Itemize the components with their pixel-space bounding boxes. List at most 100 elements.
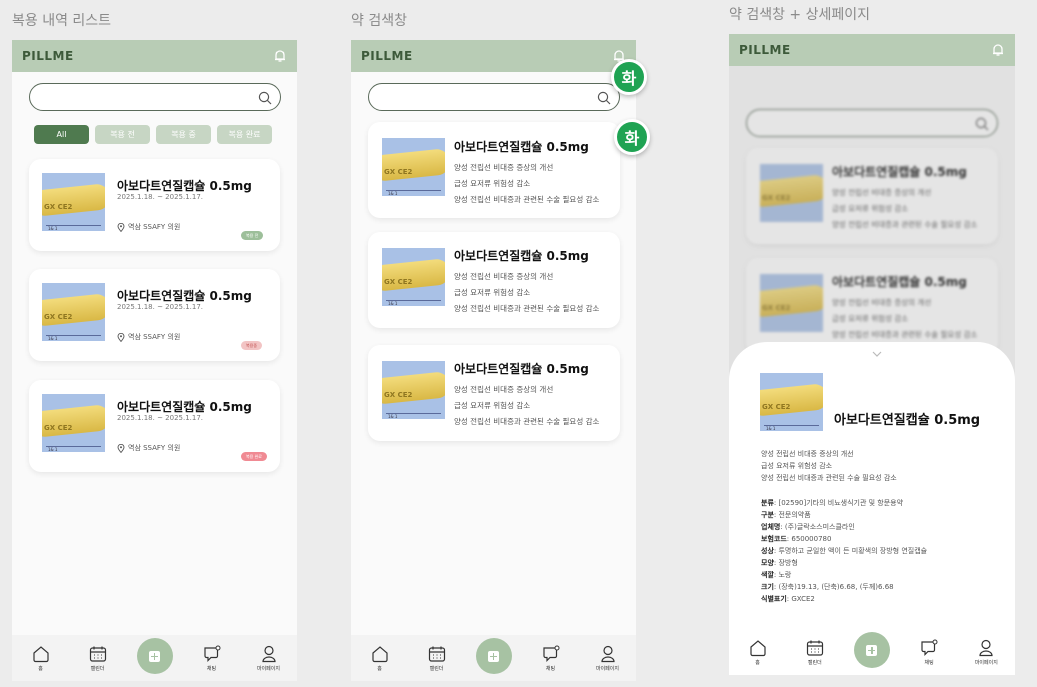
add-icon [475, 638, 512, 674]
location: 역삼 SSAFY 의원 [117, 332, 180, 342]
nav-home[interactable]: 홈 [21, 645, 61, 672]
effect-line: 양성 전립선 비대증 증상의 개선 [761, 450, 854, 458]
detail-field-color: 색깔: 노랑 [761, 571, 792, 579]
history-card[interactable]: GX CE2 1& 1 아보다트연질캡슐 0.5mg 2025.1.18. ~ 2… [29, 159, 280, 251]
floating-action-button[interactable]: 화 [614, 119, 650, 155]
app-logo: PILLME [361, 49, 413, 63]
filter-chips: All 복용 전 복용 중 복용 완료 [34, 125, 272, 144]
pill-image: GX CE2 1& 1 [42, 283, 105, 341]
drug-name: 아보다트연질캡슐 0.5mg [454, 362, 589, 376]
effect-line: 양성 전립선 비대증과 관련된 수술 필요성 감소 [454, 195, 600, 204]
effect-line: 양성 전립선 비대증 증상의 개선 [454, 163, 554, 172]
effect-line: 양성 전립선 비대증과 관련된 수술 필요성 감소 [761, 474, 897, 482]
nav-home[interactable]: 홈 [360, 645, 400, 672]
nav-mypage[interactable]: 마이페이지 [249, 645, 289, 672]
nav-calendar[interactable]: 캘린더 [78, 645, 118, 672]
detail-field-classification: 분류: [02590]기타의 비뇨생식기관 및 항문용약 [761, 499, 904, 507]
search-result-card[interactable]: GX CE2 1& 1 아보다트연질캡슐 0.5mg 양성 전립선 비대증 증상의… [368, 345, 620, 441]
location: 역삼 SSAFY 의원 [117, 443, 180, 453]
effect-line: 급성 요저류 위험성 감소 [454, 179, 531, 188]
detail-field-company: 업체명: (주)글락소스미스클라인 [761, 523, 855, 531]
profile-icon [979, 639, 993, 656]
calendar-icon [428, 646, 445, 662]
search-result-card[interactable]: GX CE2 1& 1 아보다트연질캡슐 0.5mg 양성 전립선 비대증 증상의… [368, 122, 620, 218]
history-card[interactable]: GX CE2 1& 1 아보다트연질캡슐 0.5mg 2025.1.18. ~ 2… [29, 380, 280, 472]
nav-chat[interactable]: 채팅 [192, 645, 232, 672]
nav-calendar[interactable]: 캘린더 [417, 645, 457, 672]
app-logo: PILLME [22, 49, 74, 63]
detail-sheet[interactable]: GX CE2 1& 1 아보다트연질캡슐 0.5mg 양성 전립선 비대증 증상의… [729, 342, 1015, 675]
chat-icon [203, 645, 220, 662]
history-card[interactable]: GX CE2 1& 1 아보다트연질캡슐 0.5mg 2025.1.18. ~ 2… [29, 269, 280, 361]
filter-during[interactable]: 복용 중 [156, 125, 211, 144]
add-icon [136, 638, 173, 674]
drug-name: 아보다트연질캡슐 0.5mg [454, 249, 589, 263]
chevron-down-icon [872, 351, 882, 357]
status-badge: 복용 전 [241, 231, 264, 240]
floating-action-button[interactable]: 화 [611, 59, 647, 95]
search-result-card[interactable]: GX CE2 1& 1 아보다트연질캡슐 0.5mg 양성 전립선 비대증 증상의… [368, 232, 620, 328]
add-icon [853, 632, 890, 668]
pill-image: GX CE2 1& 1 [382, 248, 445, 306]
bottom-nav: 홈 캘린더 채팅 마이페이지 [351, 635, 636, 681]
nav-mypage[interactable]: 마이페이지 [966, 639, 1006, 666]
phone-history-list: PILLME All 복용 전 복용 중 복용 완료 GX CE2 1& 1 아보… [12, 40, 297, 681]
nav-add[interactable] [474, 638, 514, 674]
search-input[interactable] [369, 84, 582, 110]
detail-field-size: 크기: (장축)19.13, (단축)6.68, (두께)6.68 [761, 583, 894, 591]
drug-name: 아보다트연질캡슐 0.5mg [117, 179, 252, 193]
frame-title-detail: 약 검색창 + 상세페이지 [729, 7, 871, 23]
search-input[interactable] [30, 84, 243, 110]
pill-image: GX CE2 1& 1 [382, 361, 445, 419]
app-bar: PILLME [729, 34, 1015, 66]
calendar-icon [806, 640, 823, 656]
chat-icon [542, 645, 559, 662]
chat-icon [921, 639, 938, 656]
status-badge: 복용 완료 [241, 452, 267, 461]
effect-line: 양성 전립선 비대증 증상의 개선 [454, 272, 554, 281]
search-icon[interactable] [258, 90, 272, 105]
nav-add[interactable] [852, 632, 892, 668]
bell-icon[interactable] [991, 43, 1005, 57]
bottom-nav: 홈 캘린더 채팅 마이페이지 [729, 629, 1015, 675]
drug-name: 아보다트연질캡슐 0.5mg [117, 400, 252, 414]
effect-line: 급성 요저류 위험성 감소 [454, 288, 531, 297]
frame-title-list: 복용 내역 리스트 [12, 13, 112, 29]
profile-icon [261, 645, 276, 662]
pill-image: GX CE2 1& 1 [42, 394, 105, 452]
location-pin-icon [117, 443, 125, 453]
location-pin-icon [117, 332, 125, 342]
pill-image: GX CE2 1& 1 [42, 173, 105, 231]
period-text: 2025.1.18. ~ 2025.1.17. [117, 414, 204, 422]
pill-image: GX CE2 1& 1 [382, 138, 445, 196]
nav-chat[interactable]: 채팅 [531, 645, 571, 672]
home-icon [371, 645, 388, 662]
effect-line: 양성 전립선 비대증과 관련된 수술 필요성 감소 [454, 417, 600, 426]
period-text: 2025.1.18. ~ 2025.1.17. [117, 303, 204, 311]
app-logo: PILLME [739, 43, 791, 57]
bell-icon[interactable] [273, 49, 287, 63]
calendar-icon [89, 646, 106, 662]
nav-add[interactable] [135, 638, 175, 674]
nav-home[interactable]: 홈 [738, 639, 778, 666]
filter-all[interactable]: All [34, 125, 89, 144]
nav-chat[interactable]: 채팅 [909, 639, 949, 666]
detail-field-shape: 모양: 장방형 [761, 559, 798, 567]
search-bar[interactable] [368, 83, 620, 111]
profile-icon [600, 645, 615, 662]
search-bar[interactable] [29, 83, 281, 111]
filter-done[interactable]: 복용 완료 [217, 125, 272, 144]
nav-calendar[interactable]: 캘린더 [795, 639, 835, 666]
status-badge: 복용중 [241, 341, 263, 350]
home-icon [32, 645, 49, 662]
detail-field-appearance: 성상: 투명하고 균일한 액이 든 미황색의 장방형 연질캡슐 [761, 547, 928, 555]
effect-line: 급성 요저류 위험성 감소 [761, 462, 833, 470]
nav-mypage[interactable]: 마이페이지 [588, 645, 628, 672]
location-pin-icon [117, 222, 125, 232]
app-bar: PILLME [12, 40, 297, 72]
search-icon[interactable] [597, 90, 611, 105]
filter-before[interactable]: 복용 전 [95, 125, 150, 144]
detail-field-insurance-code: 보험코드: 650000780 [761, 535, 832, 543]
detail-pill-image: GX CE2 1& 1 [760, 373, 823, 431]
drug-name: 아보다트연질캡슐 0.5mg [454, 140, 589, 154]
